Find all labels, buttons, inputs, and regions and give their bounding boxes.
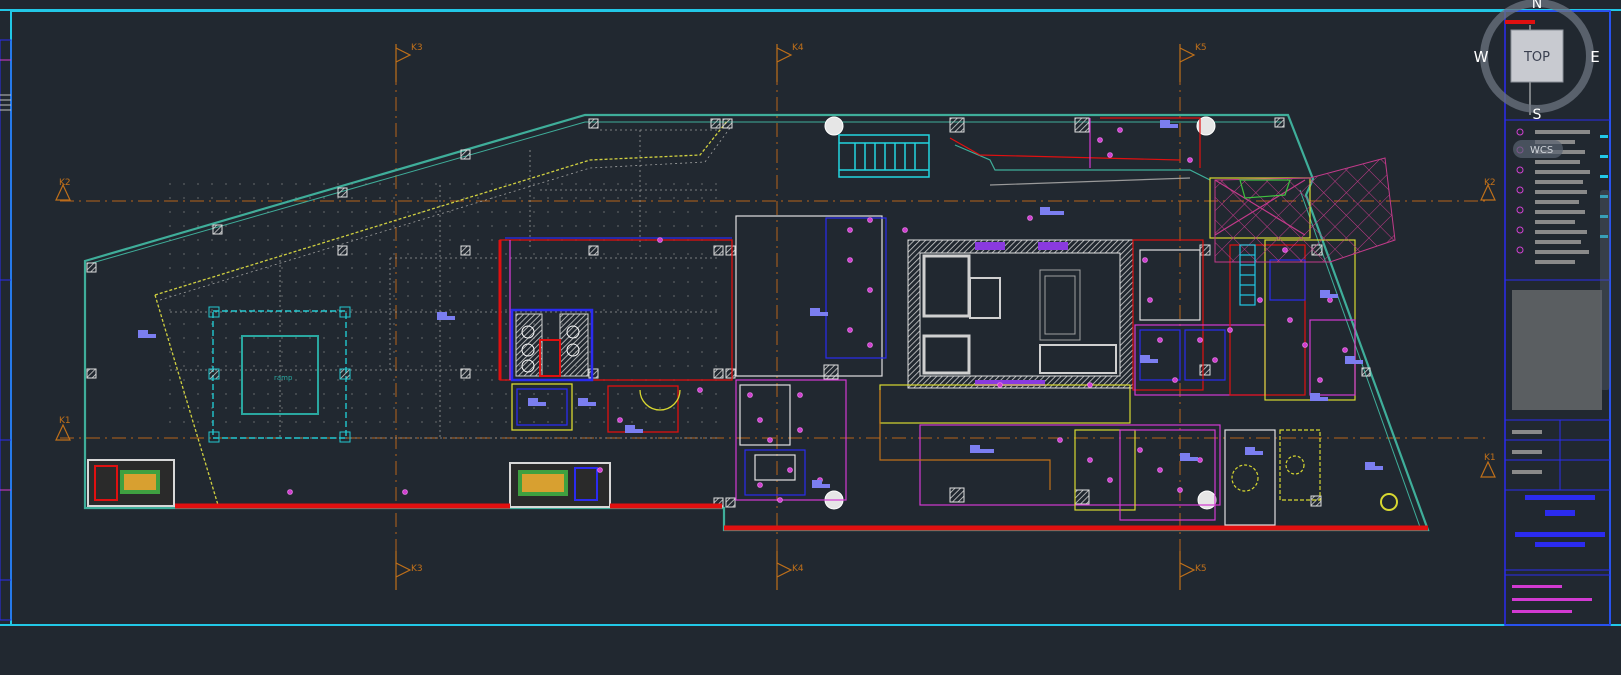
svg-text:K5: K5 — [1195, 564, 1207, 574]
staircase[interactable] — [838, 134, 930, 178]
grid-marker-k3-top[interactable]: K3 — [395, 43, 423, 82]
title-block-legend — [1512, 128, 1608, 613]
grid-marker-k3-bottom[interactable]: K3 — [395, 551, 423, 590]
svg-text:K3: K3 — [411, 43, 423, 53]
grid-marker-k4-top[interactable]: K4 — [776, 43, 804, 82]
svg-text:K4: K4 — [792, 43, 804, 53]
svg-text:K1: K1 — [59, 416, 71, 426]
grid-marker-k1-left[interactable]: K1 — [55, 416, 71, 441]
svg-text:ramp: ramp — [274, 374, 293, 382]
view-cube-north[interactable]: N — [1532, 0, 1542, 12]
view-cube-east[interactable]: E — [1590, 48, 1599, 66]
view-cube-south[interactable]: S — [1533, 107, 1542, 123]
svg-text:K1: K1 — [1484, 453, 1496, 463]
grid-marker-k5-bottom[interactable]: K5 — [1179, 551, 1207, 590]
svg-text:K2: K2 — [1484, 178, 1496, 188]
grid-marker-k2-right[interactable]: K2 — [1480, 178, 1496, 201]
svg-text:K4: K4 — [792, 564, 804, 574]
svg-text:K5: K5 — [1195, 43, 1207, 53]
grid-marker-k5-top[interactable]: K5 — [1179, 43, 1207, 82]
core-building[interactable] — [907, 239, 1134, 389]
outdoor-hatched-zone — [1214, 157, 1396, 263]
scrollbar-vertical[interactable] — [1600, 190, 1610, 390]
view-cube-west[interactable]: W — [1474, 48, 1489, 66]
grid-marker-k4-bottom[interactable]: K4 — [776, 551, 804, 590]
svg-text:K3: K3 — [411, 564, 423, 574]
ucs-label[interactable]: WCS — [1530, 145, 1553, 156]
view-cube-top-label[interactable]: TOP — [1523, 50, 1550, 65]
equipment-block-mid[interactable] — [509, 462, 611, 508]
view-cube[interactable]: TOP N S E W — [1474, 0, 1600, 123]
grid-marker-k2-left[interactable]: K2 — [55, 178, 71, 201]
svg-text:K2: K2 — [59, 178, 71, 188]
drawing-viewport[interactable]: K2 K1 K2 K1 K3 K4 K5 K3 K4 K5 ramp TOP N… — [0, 0, 1621, 675]
grid-marker-k1-right[interactable]: K1 — [1480, 453, 1496, 478]
equipment-block-west[interactable] — [87, 459, 175, 507]
ucs-menu-button[interactable]: WCS — [1513, 140, 1563, 158]
